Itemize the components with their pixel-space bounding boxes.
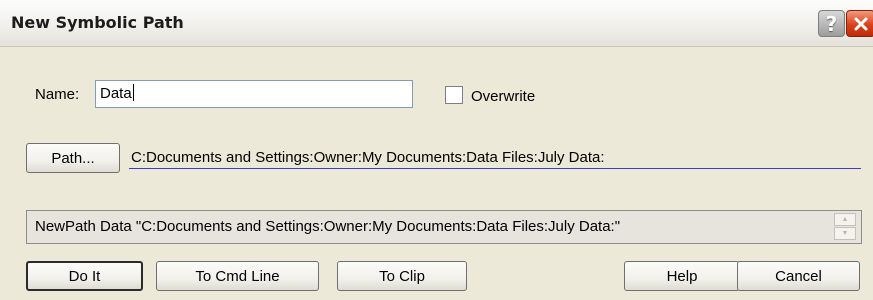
to-cmd-line-button[interactable]: To Cmd Line [156, 261, 319, 291]
path-value: C:Documents and Settings:Owner:My Docume… [131, 149, 605, 166]
command-preview[interactable]: NewPath Data "C:Documents and Settings:O… [26, 210, 862, 244]
cancel-button[interactable]: Cancel [737, 261, 860, 291]
overwrite-label[interactable]: Overwrite [471, 88, 535, 105]
title-bar: New Symbolic Path ? [0, 0, 873, 47]
name-input[interactable]: Data [95, 80, 413, 108]
scroll-down-arrow-icon[interactable]: ▼ [834, 227, 856, 240]
to-clip-button[interactable]: To Clip [337, 261, 467, 291]
path-underline [129, 168, 861, 169]
name-label: Name: [35, 86, 80, 103]
overwrite-checkbox[interactable] [445, 86, 463, 104]
help-question-icon[interactable]: ? [818, 10, 845, 37]
path-button[interactable]: Path... [26, 143, 120, 173]
name-input-value: Data [100, 85, 132, 102]
new-symbolic-path-dialog: New Symbolic Path ? Name: Data Overwrite… [0, 0, 873, 300]
text-caret [132, 84, 134, 101]
do-it-button[interactable]: Do It [26, 261, 143, 291]
close-icon[interactable] [846, 10, 873, 37]
command-scroll-spinner[interactable]: ▲ ▼ [834, 213, 858, 241]
help-button[interactable]: Help [624, 261, 740, 291]
scroll-up-arrow-icon[interactable]: ▲ [834, 213, 856, 226]
window-title: New Symbolic Path [11, 13, 184, 32]
